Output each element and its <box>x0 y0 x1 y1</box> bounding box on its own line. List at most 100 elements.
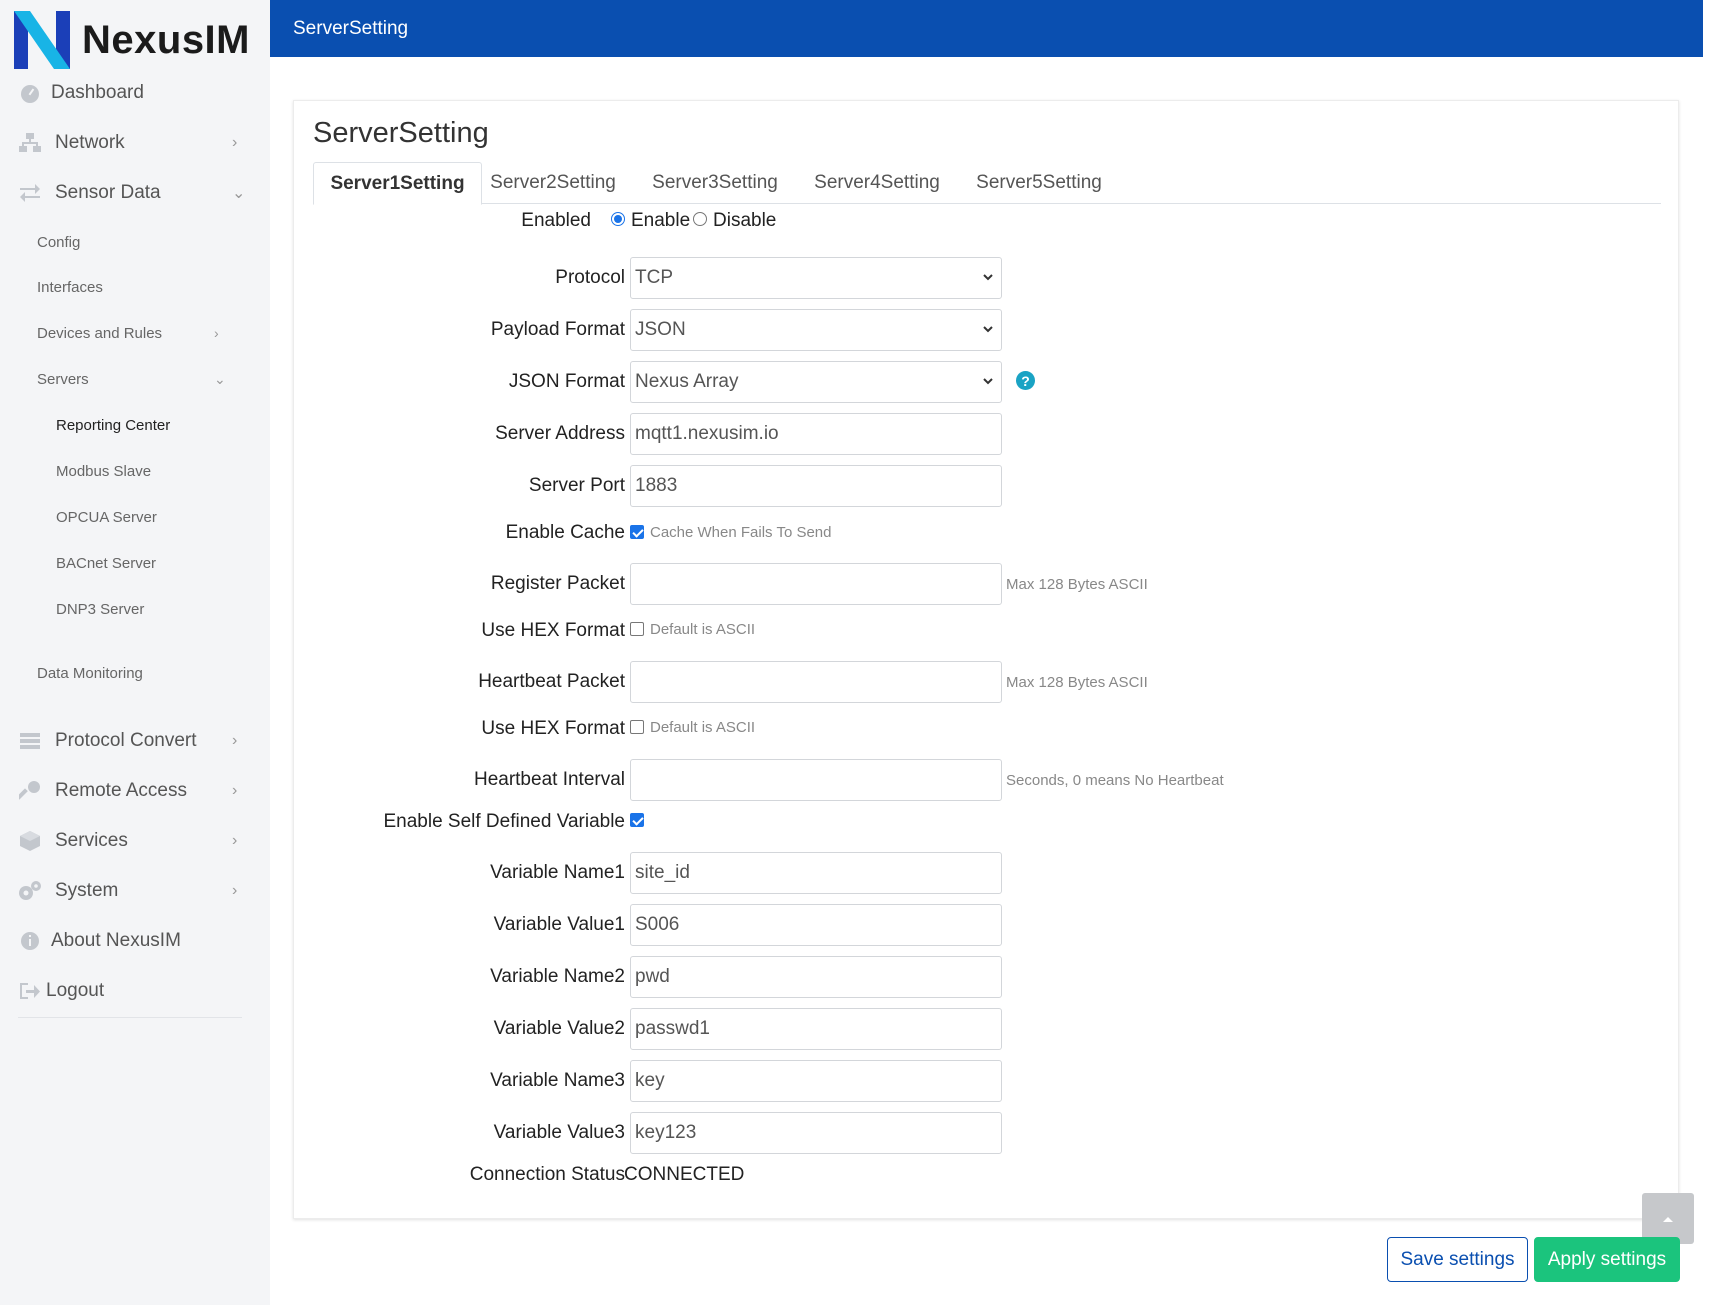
sidebar: NexusIM Dashboard Network › Sensor Data … <box>0 0 270 1305</box>
server-address-input[interactable]: mqtt1.nexusim.io <box>630 413 1002 455</box>
sidebar-item-dnp3-server[interactable]: DNP3 Server <box>0 594 270 624</box>
variable-name3-label: Variable Name3 <box>490 1070 625 1091</box>
server-port-input[interactable]: 1883 <box>630 465 1002 507</box>
variable-value3-value: key123 <box>635 1122 697 1143</box>
chevron-down-icon <box>983 378 993 385</box>
payload-format-label: Payload Format <box>490 319 625 340</box>
server-tabs: Server1Setting Server2Setting Server3Set… <box>313 162 1661 205</box>
variable-value1-label: Variable Value1 <box>493 914 625 935</box>
logout-icon <box>18 979 42 1003</box>
sidebar-item-bacnet-server[interactable]: BACnet Server <box>0 548 270 578</box>
sidebar-item-label: Dashboard <box>51 82 144 103</box>
enable-radio[interactable] <box>611 212 625 226</box>
sidebar-item-network[interactable]: Network › <box>0 123 270 163</box>
settings-card: ServerSetting Server1Setting Server2Sett… <box>293 100 1679 1219</box>
sidebar-item-label: Interfaces <box>37 278 103 296</box>
heartbeat-hex-checkbox[interactable] <box>630 720 644 734</box>
chevron-down-icon <box>983 274 993 281</box>
sidebar-divider <box>18 1017 242 1018</box>
tab-server5[interactable]: Server5Setting <box>971 162 1107 204</box>
header-title: ServerSetting <box>293 18 409 39</box>
variable-name2-input[interactable]: pwd <box>630 956 1002 998</box>
variable-value2-label: Variable Value2 <box>493 1018 625 1039</box>
sidebar-item-config[interactable]: Config <box>0 227 270 257</box>
sidebar-item-reporting-center[interactable]: Reporting Center <box>0 410 270 440</box>
sidebar-item-label: Modbus Slave <box>56 462 152 480</box>
self-defined-checkbox[interactable] <box>630 813 644 827</box>
server-address-label: Server Address <box>495 423 625 444</box>
save-settings-button[interactable]: Save settings <box>1387 1237 1528 1282</box>
register-hex-checkbox[interactable] <box>630 622 644 636</box>
payload-format-select[interactable]: JSON <box>630 309 1002 351</box>
heartbeat-packet-input[interactable] <box>630 661 1002 703</box>
register-packet-hint: Max 128 Bytes ASCII <box>1006 576 1148 593</box>
json-format-select[interactable]: Nexus Array <box>630 361 1002 403</box>
enable-radio-label: Enable <box>631 210 691 231</box>
tab-server3[interactable]: Server3Setting <box>647 162 783 204</box>
disable-radio[interactable] <box>693 212 707 226</box>
variable-value2-input[interactable]: passwd1 <box>630 1008 1002 1050</box>
variable-value3-label: Variable Value3 <box>493 1122 625 1143</box>
sidebar-item-remote-access[interactable]: Remote Access › <box>0 771 270 811</box>
tab-server1[interactable]: Server1Setting <box>313 162 482 205</box>
variable-name1-input[interactable]: site_id <box>630 852 1002 894</box>
tab-server4[interactable]: Server4Setting <box>809 162 945 204</box>
enable-cache-label: Enable Cache <box>505 522 625 543</box>
register-hex-checkbox-label: Default is ASCII <box>650 621 756 638</box>
sidebar-item-dashboard[interactable]: Dashboard <box>0 73 270 113</box>
sidebar-item-devices-and-rules[interactable]: Devices and Rules › <box>0 318 270 348</box>
sidebar-item-servers[interactable]: Servers ⌄ <box>0 364 270 394</box>
connection-status-value: CONNECTED <box>624 1164 745 1185</box>
heartbeat-hex-label: Use HEX Format <box>481 718 625 739</box>
protocol-value: TCP <box>635 267 673 288</box>
info-icon <box>18 929 42 953</box>
sidebar-item-label: Servers <box>37 370 89 388</box>
heartbeat-hex-checkbox-label: Default is ASCII <box>650 719 756 736</box>
sidebar-item-interfaces[interactable]: Interfaces <box>0 272 270 302</box>
sidebar-item-services[interactable]: Services › <box>0 821 270 861</box>
server-port-label: Server Port <box>528 475 625 496</box>
protocol-select[interactable]: TCP <box>630 257 1002 299</box>
sidebar-item-about[interactable]: About NexusIM <box>0 921 270 961</box>
register-hex-label: Use HEX Format <box>481 620 625 641</box>
chevron-down-icon: ⌄ <box>232 185 246 202</box>
sidebar-item-modbus-slave[interactable]: Modbus Slave <box>0 456 270 486</box>
sidebar-item-sensor-data[interactable]: Sensor Data ⌄ <box>0 173 270 213</box>
variable-name1-value: site_id <box>635 862 690 883</box>
chevron-right-icon: › <box>232 832 238 849</box>
register-packet-input[interactable] <box>630 563 1002 605</box>
sidebar-item-opcua-server[interactable]: OPCUA Server <box>0 502 270 532</box>
heartbeat-packet-label: Heartbeat Packet <box>478 671 625 692</box>
sidebar-item-label: Logout <box>46 980 105 1001</box>
brand-logo[interactable]: NexusIM <box>14 10 250 70</box>
variable-value1-input[interactable]: S006 <box>630 904 1002 946</box>
server-port-value: 1883 <box>635 475 678 496</box>
sidebar-item-protocol-convert[interactable]: Protocol Convert › <box>0 721 270 761</box>
help-icon[interactable]: ? <box>1016 371 1035 390</box>
variable-name3-input[interactable]: key <box>630 1060 1002 1102</box>
dashboard-icon <box>18 81 42 105</box>
sidebar-item-data-monitoring[interactable]: Data Monitoring <box>0 658 270 688</box>
sidebar-item-system[interactable]: System › <box>0 871 270 911</box>
sidebar-item-label: Devices and Rules <box>37 324 163 342</box>
payload-format-value: JSON <box>635 319 686 340</box>
sidebar-item-label: Data Monitoring <box>37 664 143 682</box>
sidebar-item-label: Network <box>55 132 125 153</box>
heartbeat-interval-input[interactable] <box>630 759 1002 801</box>
nexusim-logo-icon <box>14 11 70 69</box>
gears-icon <box>18 879 42 903</box>
connection-status-label: Connection Status <box>469 1164 625 1185</box>
apply-settings-button[interactable]: Apply settings <box>1534 1237 1680 1282</box>
register-packet-label: Register Packet <box>490 573 625 594</box>
sidebar-item-logout[interactable]: Logout <box>0 971 270 1011</box>
chevron-right-icon: › <box>214 325 219 341</box>
list-icon <box>18 729 42 753</box>
variable-name2-value: pwd <box>635 966 670 987</box>
enable-cache-checkbox[interactable] <box>630 525 644 539</box>
variable-value3-input[interactable]: key123 <box>630 1112 1002 1154</box>
json-format-value: Nexus Array <box>635 371 739 392</box>
variable-name3-value: key <box>635 1070 665 1091</box>
sidebar-item-label: Config <box>37 233 81 251</box>
sidebar-item-label: Remote Access <box>55 780 187 801</box>
tab-server2[interactable]: Server2Setting <box>485 162 621 204</box>
